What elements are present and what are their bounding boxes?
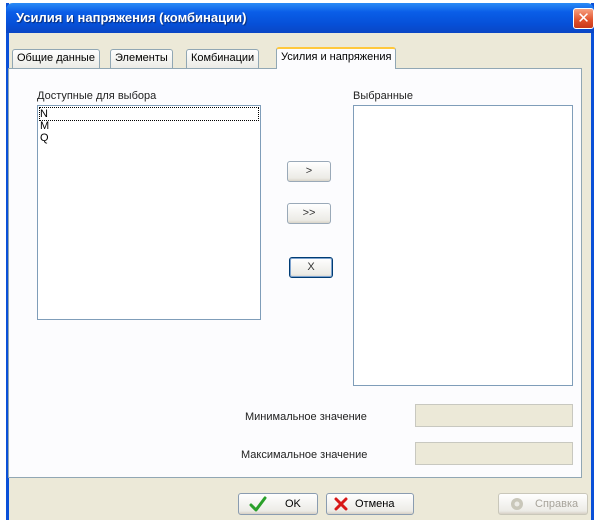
max-value-field [415, 442, 573, 465]
selected-label: Выбранные [353, 90, 413, 102]
tab-combinations[interactable]: Комбинации [186, 49, 260, 68]
tab-elements[interactable]: Элементы [110, 49, 173, 68]
close-button[interactable]: ✕ [573, 8, 594, 29]
min-value-label: Минимальное значение [245, 411, 367, 423]
list-item[interactable]: N [39, 107, 259, 121]
available-label: Доступные для выбора [37, 90, 157, 102]
add-one-button[interactable]: > [287, 161, 331, 182]
cross-icon [334, 497, 348, 511]
list-item[interactable]: M [40, 120, 49, 132]
ok-button[interactable]: OK [238, 493, 318, 515]
cancel-button[interactable]: Отмена [326, 493, 414, 515]
help-icon [511, 498, 523, 510]
remove-button[interactable]: X [289, 257, 333, 278]
selected-listbox[interactable] [353, 105, 573, 386]
max-value-label: Максимальное значение [241, 449, 368, 461]
available-listbox[interactable]: N M Q [37, 105, 261, 320]
list-item[interactable]: Q [40, 132, 49, 144]
ok-label: OK [285, 498, 301, 510]
close-icon: ✕ [577, 9, 590, 27]
cancel-label: Отмена [355, 498, 395, 510]
title-bar[interactable]: Усилия и напряжения (комбинации) ✕ [6, 3, 594, 33]
tab-panel: Доступные для выбора N M Q > >> X Выбран… [8, 68, 582, 478]
help-label: Справка [535, 498, 579, 510]
tab-forces-stresses[interactable]: Усилия и напряжения [276, 47, 397, 69]
check-icon [249, 496, 267, 512]
add-all-button[interactable]: >> [287, 203, 331, 224]
min-value-field [415, 404, 573, 427]
tab-general[interactable]: Общие данные [12, 49, 100, 68]
help-button[interactable]: Справка [498, 493, 588, 515]
window-title: Усилия и напряжения (комбинации) [16, 10, 247, 25]
